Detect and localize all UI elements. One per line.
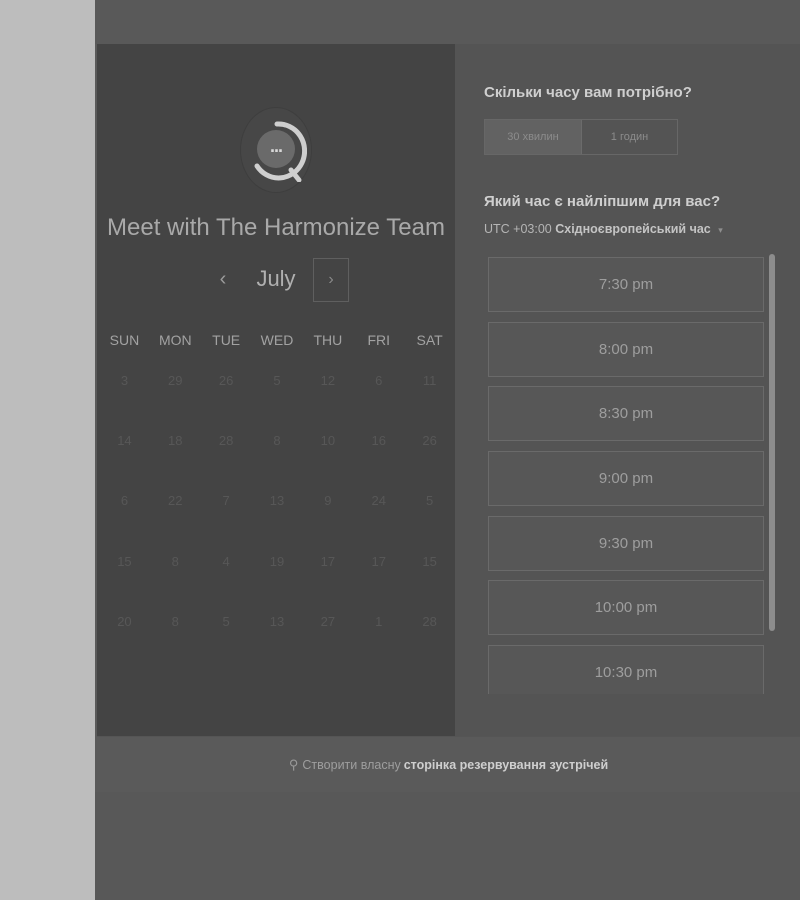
- calendar-pane: ... Meet with The Harmonize Team ‹ July …: [97, 44, 455, 736]
- calendar-week: 15 8 4 19 17 17 15: [99, 551, 455, 611]
- weekday-label: THU: [313, 332, 343, 348]
- calendar-day: 17: [320, 553, 336, 569]
- calendar-week: 14 18 28 8 10 16 26: [99, 430, 455, 490]
- calendar-day: 28: [422, 613, 437, 629]
- left-background-strip: [0, 0, 95, 900]
- calendar-day: 8: [273, 433, 281, 449]
- top-bar: [95, 0, 800, 44]
- calendar-day: 8: [171, 553, 179, 569]
- calendar-day: 29: [168, 373, 183, 388]
- time-slot-button[interactable]: 10:00 pm: [488, 580, 764, 636]
- calendar-day: 11: [422, 373, 437, 388]
- calendar-day: 5: [273, 373, 281, 388]
- calendar-day: 18: [168, 433, 183, 449]
- calendar-day: 15: [117, 553, 132, 569]
- meetings-widget: ... Meet with The Harmonize Team ‹ July …: [97, 44, 800, 792]
- calendar-day: 4: [222, 553, 230, 569]
- calendar-day: 20: [117, 613, 132, 629]
- time-slot-button[interactable]: 7:30 pm: [488, 257, 764, 312]
- times-pane: Скільки часу вам потрібно? 30 хвилин 1 г…: [455, 44, 800, 736]
- calendar-day: 1: [375, 613, 383, 629]
- hubspot-icon: ⚲: [288, 756, 299, 772]
- weekday-label: SUN: [109, 332, 140, 348]
- time-slot-button[interactable]: 9:30 pm: [488, 515, 764, 571]
- calendar-day: 22: [168, 493, 183, 509]
- calendar-day: 5: [425, 493, 434, 509]
- month-label: July: [256, 266, 296, 291]
- slot-list-scrollbar[interactable]: [769, 254, 775, 631]
- timezone-name: Східноєвропейський час: [555, 222, 711, 236]
- calendar-day: 26: [218, 373, 234, 388]
- calendar-day: 8: [171, 613, 179, 629]
- calendar-day: 19: [269, 553, 285, 569]
- calendar-day: 13: [269, 613, 285, 629]
- calendar-week: 6 22 7 13 9 24 5: [99, 490, 455, 550]
- time-slot-button[interactable]: 8:30 pm: [488, 386, 764, 442]
- time-slot-list: 7:30 pm 8:00 pm 8:30 pm 9:00 pm 9:30 pm …: [488, 257, 764, 694]
- weekday-label: MON: [158, 332, 192, 348]
- calendar-day: 7: [222, 493, 230, 509]
- calendar-day: 27: [320, 613, 336, 629]
- calendar-day: 15: [422, 553, 437, 569]
- footer: ⚲ Створити власну сторінка резервування …: [97, 736, 800, 792]
- calendar-day: 6: [375, 373, 383, 388]
- next-month-button[interactable]: ›: [313, 258, 349, 302]
- booking-page-link[interactable]: сторінка резервування зустрічей: [404, 758, 608, 772]
- weekday-label: WED: [260, 332, 294, 348]
- calendar-day: 28: [218, 433, 234, 449]
- weekday-label: FRI: [367, 332, 390, 348]
- calendar-day: 3: [120, 373, 129, 388]
- calendar-day: 14: [117, 433, 132, 449]
- weekday-label: TUE: [212, 332, 241, 348]
- calendar-week: 3 29 26 5 12 6 11: [99, 370, 455, 430]
- time-question: Який час є найліпшим для вас?: [484, 193, 721, 210]
- prev-month-button[interactable]: ‹: [207, 263, 239, 295]
- calendar-day: 10: [320, 433, 336, 449]
- duration-question: Скільки часу вам потрібно?: [484, 84, 692, 101]
- calendar-day: 12: [320, 373, 336, 388]
- calendar-day: 17: [371, 553, 386, 569]
- timezone-selector[interactable]: UTC +03:00 Східноєвропейський час ▾: [484, 222, 723, 236]
- calendar-grid: 3 29 26 5 12 6 11 14 18 28 8 10 16 26 6 …: [99, 370, 455, 671]
- time-slot-button[interactable]: 8:00 pm: [488, 321, 764, 377]
- calendar-day: 6: [120, 493, 129, 509]
- time-slot-button[interactable]: 9:00 pm: [488, 451, 764, 507]
- caret-down-icon: ▾: [718, 225, 723, 235]
- weekday-header: SUN MON TUE WED THU FRI SAT: [99, 332, 455, 348]
- calendar-week: 20 8 5 13 27 1 28: [99, 611, 455, 671]
- time-slot-button[interactable]: 10:30 pm: [488, 645, 764, 694]
- calendar-day: 16: [371, 433, 386, 449]
- calendar-day: 24: [371, 493, 386, 509]
- bottom-background: [95, 792, 800, 900]
- footer-prefix: Створити власну: [302, 757, 401, 772]
- duration-selector: 30 хвилин 1 годин: [484, 119, 678, 155]
- meeting-title: Meet with The Harmonize Team: [107, 214, 445, 241]
- chat-dots-icon: ...: [257, 130, 295, 168]
- calendar-day: 5: [222, 613, 230, 629]
- calendar-day: 26: [422, 433, 437, 449]
- month-navigation: ‹ July ›: [97, 258, 455, 302]
- duration-30-min-button[interactable]: 30 хвилин: [485, 120, 582, 154]
- duration-1-hour-button[interactable]: 1 годин: [582, 120, 677, 154]
- calendar-day: 13: [269, 493, 285, 509]
- avatar: ...: [241, 108, 311, 192]
- calendar-day: 9: [324, 493, 332, 509]
- timezone-offset: UTC +03:00: [484, 222, 552, 236]
- weekday-label: SAT: [416, 332, 443, 348]
